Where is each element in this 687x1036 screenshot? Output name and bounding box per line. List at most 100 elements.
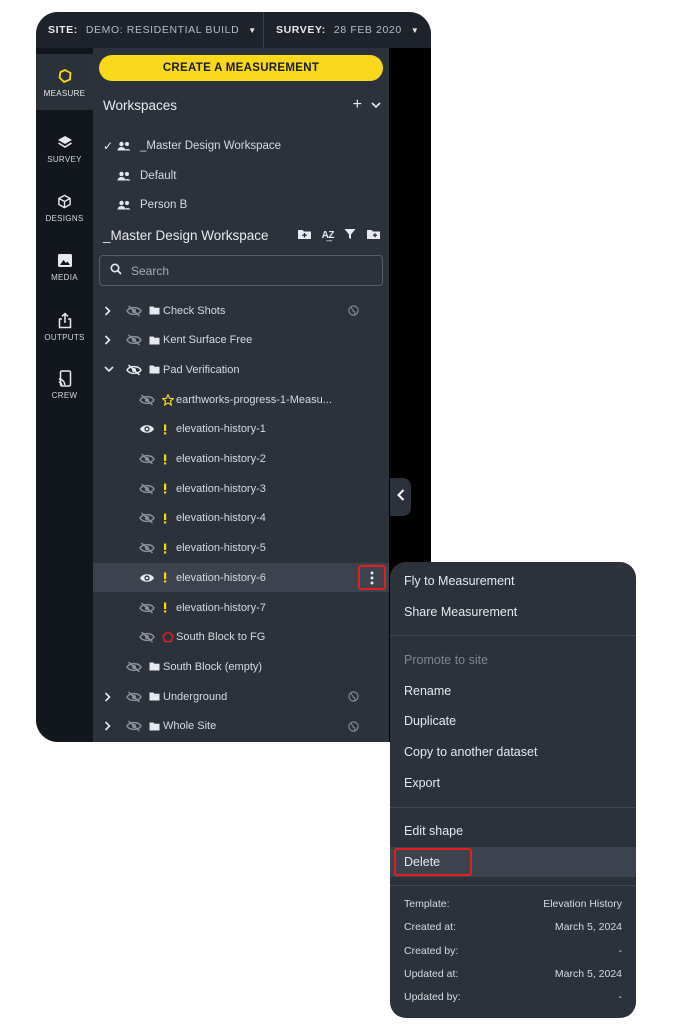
rail-label: SURVEY bbox=[47, 155, 82, 164]
eye-off-icon[interactable] bbox=[139, 504, 155, 533]
tree-folder-row[interactable]: Kent Surface Free bbox=[93, 326, 389, 355]
chevron-right-icon[interactable] bbox=[104, 712, 114, 741]
tree-measurement-row[interactable]: elevation-history-1 bbox=[93, 415, 389, 444]
tree-item-label: Kent Surface Free bbox=[163, 334, 253, 347]
menu-item-fly-to-measurement[interactable]: Fly to Measurement bbox=[390, 566, 636, 596]
tree-folder-row[interactable]: Underground bbox=[93, 682, 389, 711]
point-marker-icon bbox=[162, 563, 174, 592]
polygon-icon bbox=[162, 623, 174, 652]
point-marker-icon bbox=[162, 593, 174, 622]
rail-item-designs[interactable]: DESIGNS bbox=[36, 179, 93, 235]
tree-measurement-row[interactable]: elevation-history-5 bbox=[93, 534, 389, 563]
site-key: SITE: bbox=[48, 24, 78, 36]
chevron-right-icon[interactable] bbox=[104, 682, 114, 711]
meta-value: March 5, 2024 bbox=[554, 967, 622, 980]
search-box[interactable] bbox=[99, 255, 383, 286]
search-input[interactable] bbox=[131, 263, 371, 278]
collapse-panel-button[interactable] bbox=[390, 478, 411, 516]
eye-off-icon[interactable] bbox=[126, 355, 142, 384]
menu-item-delete[interactable]: Delete bbox=[390, 847, 636, 877]
menu-divider bbox=[390, 807, 636, 808]
chevron-right-icon[interactable] bbox=[104, 326, 114, 355]
share-upload-icon bbox=[58, 310, 72, 330]
filter-icon[interactable] bbox=[344, 228, 356, 243]
workspace-name: Person B bbox=[140, 199, 188, 211]
menu-divider bbox=[390, 885, 636, 886]
survey-selector[interactable]: SURVEY: 28 FEB 2020 ▼ bbox=[264, 12, 419, 48]
menu-item-rename[interactable]: Rename bbox=[390, 676, 636, 706]
meta-row: Updated by: - bbox=[404, 988, 622, 1006]
eye-off-icon[interactable] bbox=[126, 712, 142, 741]
rail-label: MEDIA bbox=[51, 273, 78, 282]
menu-item-duplicate[interactable]: Duplicate bbox=[390, 706, 636, 736]
workspace-item[interactable]: Person B bbox=[103, 194, 187, 216]
meta-value: - bbox=[618, 944, 623, 957]
eye-off-icon[interactable] bbox=[139, 445, 155, 474]
folder-add-icon[interactable] bbox=[297, 228, 312, 243]
globe-icon bbox=[348, 305, 359, 319]
workspace-item[interactable]: ✓ _Master Design Workspace bbox=[103, 135, 281, 157]
add-icon[interactable]: + bbox=[353, 96, 362, 114]
point-marker-icon bbox=[162, 504, 174, 533]
tree-folder-row[interactable]: Check Shots bbox=[93, 296, 389, 325]
menu-item-share-measurement[interactable]: Share Measurement bbox=[390, 597, 636, 627]
eye-off-icon[interactable] bbox=[139, 534, 155, 563]
eye-off-icon[interactable] bbox=[126, 652, 142, 681]
chevron-down-icon[interactable] bbox=[104, 355, 114, 384]
eye-off-icon[interactable] bbox=[139, 593, 155, 622]
menu-item-copy-to-another-dataset[interactable]: Copy to another dataset bbox=[390, 737, 636, 767]
tree-measurement-row[interactable]: elevation-history-3 bbox=[93, 474, 389, 503]
chevron-down-icon[interactable] bbox=[371, 96, 381, 114]
eye-off-icon[interactable] bbox=[139, 474, 155, 503]
eye-off-icon[interactable] bbox=[126, 682, 142, 711]
tree-folder-row[interactable]: Pad Verification bbox=[93, 355, 389, 384]
meta-label: Updated by: bbox=[404, 991, 461, 1004]
menu-label: Copy to another dataset bbox=[404, 745, 538, 759]
section-title: _Master Design Workspace bbox=[103, 227, 269, 243]
star-icon bbox=[162, 385, 174, 414]
top-bar: SITE: DEMO: RESIDENTIAL BUILD ▼ SURVEY: … bbox=[36, 12, 431, 48]
workspaces-header: Workspaces + bbox=[103, 94, 381, 116]
globe-icon bbox=[348, 721, 359, 735]
rail-label: DESIGNS bbox=[45, 214, 84, 223]
highlight-box bbox=[394, 848, 472, 876]
eye-off-icon[interactable] bbox=[126, 326, 142, 355]
eye-icon[interactable] bbox=[139, 415, 155, 444]
workspace-section-header: _Master Design Workspace A͢Z bbox=[103, 224, 381, 246]
cube-icon bbox=[57, 191, 72, 211]
tree-folder-row[interactable]: Whole Site bbox=[93, 712, 389, 741]
tree-measurement-row[interactable]: elevation-history-6 bbox=[93, 563, 389, 593]
sort-az-icon[interactable]: A͢Z bbox=[322, 230, 335, 241]
tree-measurement-row[interactable]: elevation-history-7 bbox=[93, 593, 389, 622]
rail-item-survey[interactable]: SURVEY bbox=[36, 120, 93, 176]
chevron-right-icon[interactable] bbox=[104, 296, 114, 325]
tree-measurement-row[interactable]: elevation-history-4 bbox=[93, 504, 389, 533]
folder-plus-icon[interactable] bbox=[366, 228, 381, 243]
more-options-icon[interactable] bbox=[358, 565, 386, 591]
rail-item-media[interactable]: MEDIA bbox=[36, 238, 93, 294]
folder-icon bbox=[149, 712, 161, 741]
rail-item-crew[interactable]: CREW bbox=[36, 356, 93, 412]
tree-item-label: elevation-history-6 bbox=[176, 571, 266, 584]
eye-off-icon[interactable] bbox=[139, 385, 155, 414]
tree-measurement-row[interactable]: elevation-history-2 bbox=[93, 445, 389, 474]
tree-folder-row[interactable]: South Block (empty) bbox=[93, 652, 389, 681]
menu-item-edit-shape[interactable]: Edit shape bbox=[390, 816, 636, 846]
tree-item-label: elevation-history-3 bbox=[176, 482, 266, 495]
eye-off-icon[interactable] bbox=[139, 623, 155, 652]
menu-label: Export bbox=[404, 776, 441, 790]
tree-item-label: elevation-history-5 bbox=[176, 542, 266, 555]
workspace-item[interactable]: Default bbox=[103, 165, 176, 187]
eye-off-icon[interactable] bbox=[126, 296, 142, 325]
tree-measurement-row[interactable]: earthworks-progress-1-Measu... bbox=[93, 385, 389, 414]
rail-item-measure[interactable]: MEASURE bbox=[36, 54, 93, 110]
search-icon bbox=[110, 262, 122, 280]
create-measurement-button[interactable]: CREATE A MEASUREMENT bbox=[99, 55, 383, 81]
tree-item-label: elevation-history-1 bbox=[176, 423, 266, 436]
menu-item-export[interactable]: Export bbox=[390, 768, 636, 798]
tree-measurement-row[interactable]: South Block to FG bbox=[93, 623, 389, 652]
menu-divider bbox=[390, 635, 636, 636]
site-selector[interactable]: SITE: DEMO: RESIDENTIAL BUILD ▼ bbox=[36, 12, 264, 48]
rail-item-outputs[interactable]: OUTPUTS bbox=[36, 298, 93, 354]
eye-icon[interactable] bbox=[139, 563, 155, 592]
